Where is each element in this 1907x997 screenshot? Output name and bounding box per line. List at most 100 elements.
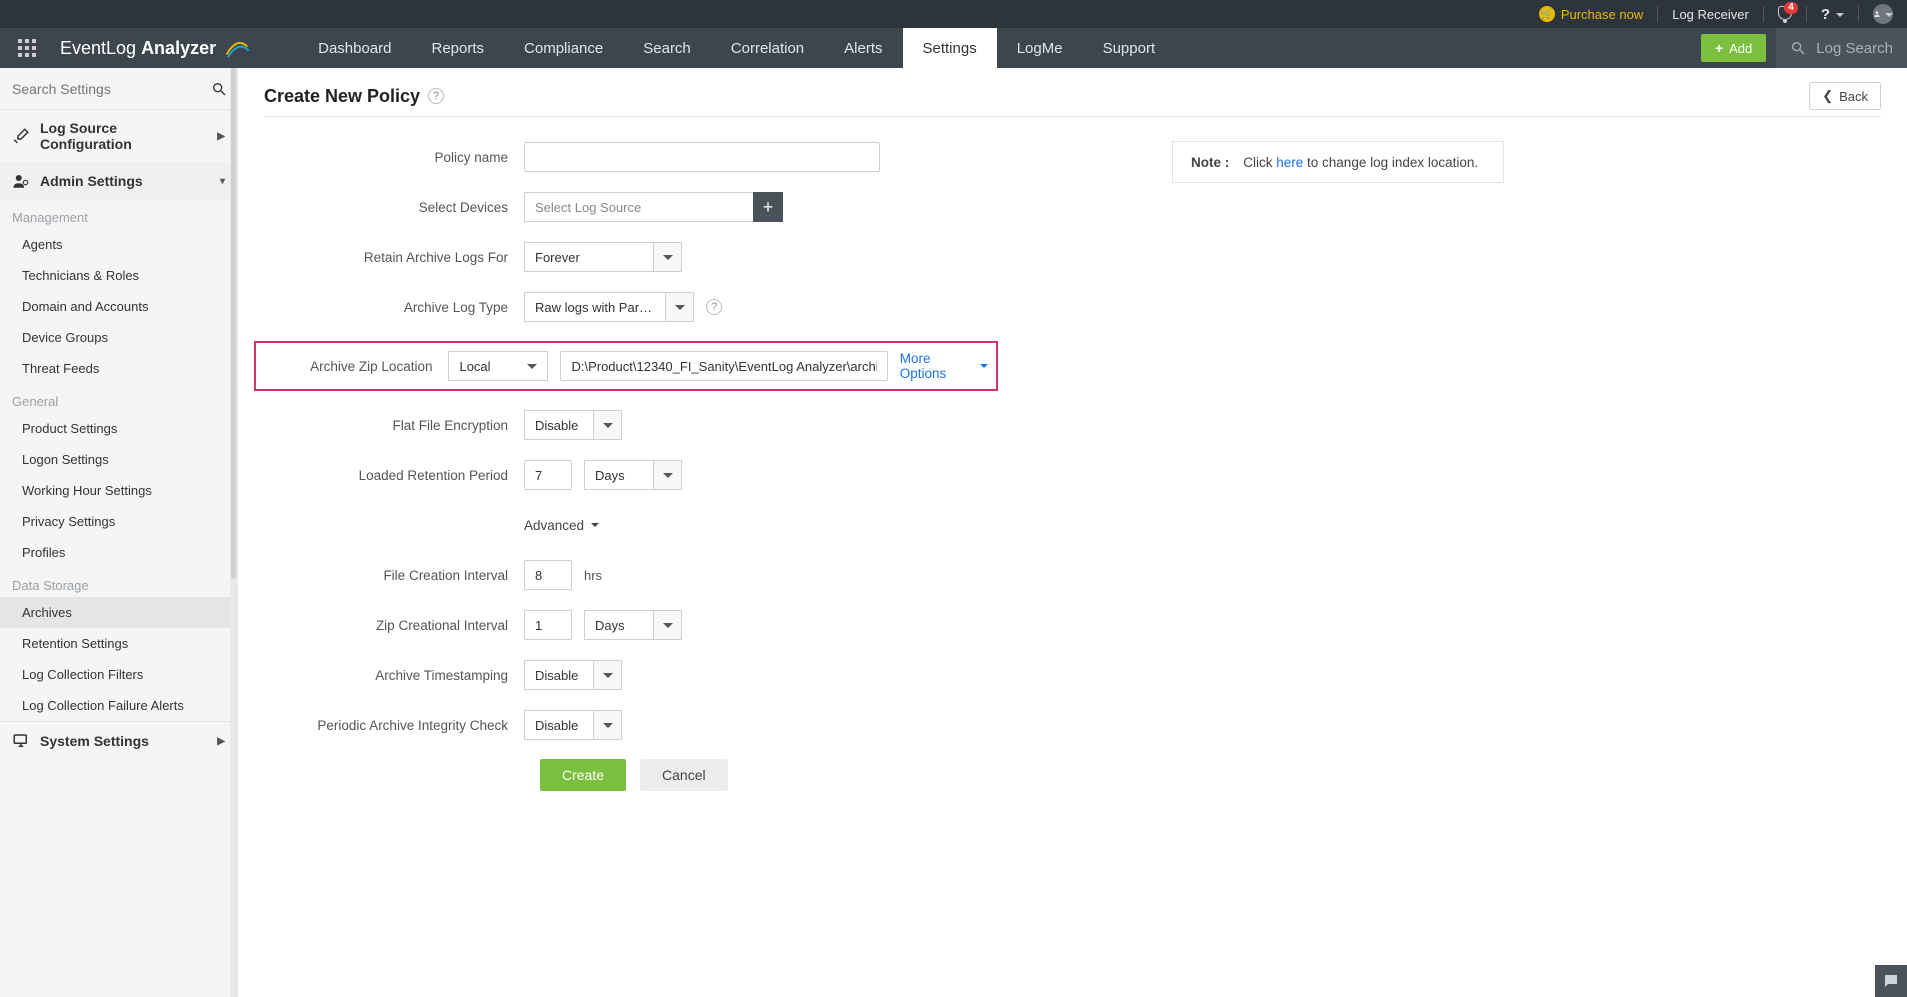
separator <box>1763 6 1764 22</box>
add-device-button[interactable]: + <box>753 192 783 222</box>
sidebar-item-device-groups[interactable]: Device Groups <box>0 322 237 353</box>
brand[interactable]: EventLog Analyzer <box>60 35 250 61</box>
nav-tab-search[interactable]: Search <box>623 28 711 68</box>
help-icon[interactable]: ? <box>706 299 722 315</box>
sidebar-search-input[interactable] <box>10 80 211 98</box>
apps-grid-icon[interactable] <box>18 39 36 57</box>
back-button[interactable]: ❮ Back <box>1809 82 1881 110</box>
brand-swoosh-icon <box>224 35 250 61</box>
zip-create-unit-caret[interactable] <box>654 610 682 640</box>
help-button[interactable]: ? <box>1821 6 1844 23</box>
nav-tab-settings[interactable]: Settings <box>903 28 997 68</box>
sidebar-scrollbar[interactable] <box>230 68 237 997</box>
file-create-label: File Creation Interval <box>264 568 524 583</box>
sidebar-item-log-collection-filters[interactable]: Log Collection Filters <box>0 659 237 690</box>
brand-name-bold: Analyzer <box>141 38 216 58</box>
select-devices-input[interactable]: Select Log Source <box>524 192 754 222</box>
sidebar-item-threat-feeds[interactable]: Threat Feeds <box>0 353 237 384</box>
sidebar-item-working-hour-settings[interactable]: Working Hour Settings <box>0 475 237 506</box>
retain-select[interactable]: Forever <box>524 242 654 272</box>
zip-create-unit-select[interactable]: Days <box>584 610 654 640</box>
note-link[interactable]: here <box>1276 155 1303 170</box>
sidebar-cat-admin-settings[interactable]: Admin Settings ▾ <box>0 162 237 200</box>
zip-loc-mode-value: Local <box>459 359 490 374</box>
nav-tab-alerts[interactable]: Alerts <box>824 28 902 68</box>
zip-create-unit-value: Days <box>595 618 625 633</box>
policy-name-input[interactable] <box>524 142 880 172</box>
sidebar-item-retention-settings[interactable]: Retention Settings <box>0 628 237 659</box>
sidebar-item-product-settings[interactable]: Product Settings <box>0 413 237 444</box>
more-options-link[interactable]: More Options <box>900 351 988 381</box>
retain-caret[interactable] <box>654 242 682 272</box>
add-button[interactable]: + Add <box>1701 34 1766 62</box>
sidebar-cat-label: System Settings <box>40 733 149 749</box>
integrity-select[interactable]: Disable <box>524 710 594 740</box>
nav-tab-dashboard[interactable]: Dashboard <box>298 28 411 68</box>
chevron-right-icon: ▶ <box>217 736 225 747</box>
flat-enc-select[interactable]: Disable <box>524 410 594 440</box>
select-devices-label: Select Devices <box>264 200 524 215</box>
plus-icon: + <box>1715 40 1723 56</box>
sidebar: Log Source Configuration ▶ Admin Setting… <box>0 68 238 997</box>
nav-tab-compliance[interactable]: Compliance <box>504 28 623 68</box>
sidebar-item-domain-and-accounts[interactable]: Domain and Accounts <box>0 291 237 322</box>
integrity-value: Disable <box>535 718 578 733</box>
flat-enc-caret[interactable] <box>594 410 622 440</box>
integrity-caret[interactable] <box>594 710 622 740</box>
loaded-ret-input[interactable] <box>524 460 572 490</box>
loaded-ret-unit-select[interactable]: Days <box>584 460 654 490</box>
sidebar-search <box>0 68 237 110</box>
utility-bar: 🛒 Purchase now Log Receiver 4 ? <box>0 0 1907 28</box>
note-text-b: to change log index location. <box>1303 155 1478 170</box>
timestamp-caret[interactable] <box>594 660 622 690</box>
timestamp-select[interactable]: Disable <box>524 660 594 690</box>
zip-create-input[interactable] <box>524 610 572 640</box>
brand-name-thin: EventLog <box>60 38 141 58</box>
chevron-down-icon <box>513 359 537 374</box>
cancel-button[interactable]: Cancel <box>640 759 728 791</box>
chat-fab[interactable] <box>1875 965 1907 997</box>
separator <box>1806 6 1807 22</box>
log-receiver-link[interactable]: Log Receiver <box>1672 7 1749 22</box>
nav-tab-correlation[interactable]: Correlation <box>711 28 824 68</box>
select-devices-placeholder: Select Log Source <box>535 200 641 215</box>
sidebar-item-profiles[interactable]: Profiles <box>0 537 237 568</box>
more-options-label: More Options <box>900 351 973 381</box>
sidebar-cat-log-source[interactable]: Log Source Configuration ▶ <box>0 110 237 162</box>
advanced-toggle[interactable]: Advanced <box>524 518 599 533</box>
sidebar-item-archives[interactable]: Archives <box>0 597 237 628</box>
help-icon[interactable]: ? <box>428 88 444 104</box>
cart-icon: 🛒 <box>1539 6 1555 22</box>
file-create-input[interactable] <box>524 560 572 590</box>
zip-loc-path-input[interactable] <box>560 351 887 381</box>
archive-type-caret[interactable] <box>666 292 694 322</box>
sidebar-cat-label: Log Source Configuration <box>40 120 207 152</box>
sidebar-item-agents[interactable]: Agents <box>0 229 237 260</box>
zip-loc-mode-select[interactable]: Local <box>448 351 548 381</box>
sidebar-item-technicians-roles[interactable]: Technicians & Roles <box>0 260 237 291</box>
archive-type-select[interactable]: Raw logs with Parsed <box>524 292 666 322</box>
note-box: Note : Click here to change log index lo… <box>1172 141 1504 183</box>
user-menu[interactable] <box>1873 4 1893 24</box>
nav-tab-logme[interactable]: LogMe <box>997 28 1083 68</box>
search-icon[interactable] <box>211 81 227 97</box>
sidebar-group-title: General <box>0 384 237 413</box>
sidebar-item-logon-settings[interactable]: Logon Settings <box>0 444 237 475</box>
loaded-ret-unit-caret[interactable] <box>654 460 682 490</box>
scrollbar-thumb[interactable] <box>231 68 236 579</box>
sidebar-item-privacy-settings[interactable]: Privacy Settings <box>0 506 237 537</box>
sidebar-cat-system-settings[interactable]: System Settings ▶ <box>0 721 237 760</box>
archive-zip-location-row: Archive Zip Location Local More Options <box>254 341 998 391</box>
nav-tab-support[interactable]: Support <box>1083 28 1176 68</box>
nav-tab-reports[interactable]: Reports <box>412 28 505 68</box>
sidebar-item-log-collection-failure-alerts[interactable]: Log Collection Failure Alerts <box>0 690 237 721</box>
purchase-now-link[interactable]: 🛒 Purchase now <box>1539 6 1643 22</box>
notifications-button[interactable]: 4 <box>1778 6 1792 23</box>
notifications-count: 4 <box>1784 2 1798 14</box>
note-prefix: Note : <box>1191 155 1229 170</box>
archive-type-value: Raw logs with Parsed <box>535 300 655 315</box>
purchase-now-label: Purchase now <box>1561 7 1643 22</box>
create-button[interactable]: Create <box>540 759 626 791</box>
main-nav: EventLog Analyzer DashboardReportsCompli… <box>0 28 1907 68</box>
log-search-button[interactable]: Log Search <box>1776 28 1907 68</box>
